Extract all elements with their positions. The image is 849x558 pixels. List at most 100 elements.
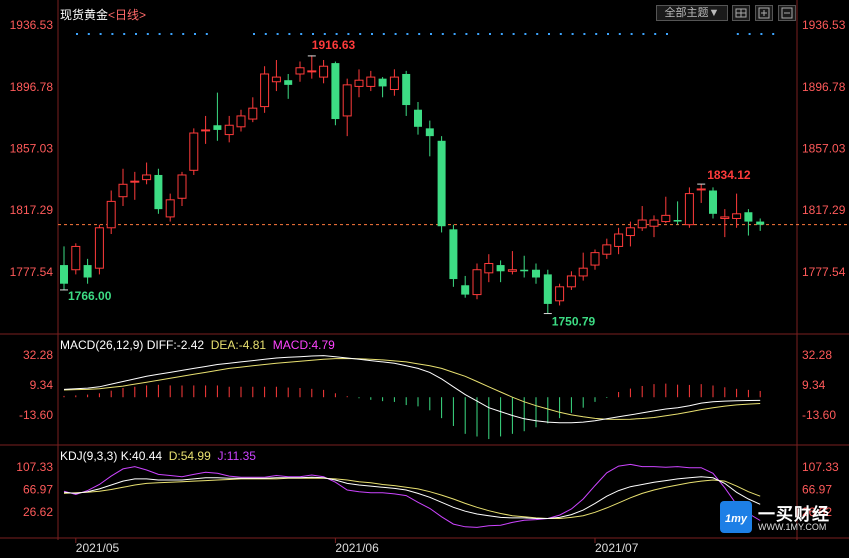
candle-body: [118, 183, 128, 198]
candle-body: [756, 221, 765, 225]
marker-dot: [607, 33, 609, 35]
marker-dot: [205, 33, 208, 35]
x-tick-label: 2021/06: [335, 541, 379, 555]
y-tick-label-left: 1936.53: [10, 18, 54, 32]
marker-dot: [642, 33, 645, 35]
zoom-in-icon[interactable]: [755, 5, 773, 21]
kdj-legend: KDJ(9,3,3) K:40.44 D:54.99 J:11.35: [60, 449, 256, 463]
candle-body: [177, 174, 187, 199]
marker-dot: [170, 33, 173, 35]
y-tick-label-right: 32.28: [802, 348, 832, 362]
candle-body: [520, 269, 529, 272]
marker-dot: [548, 33, 550, 35]
grid-icon[interactable]: [732, 5, 750, 21]
marker-dot: [559, 33, 562, 35]
candle-body: [555, 286, 565, 302]
candle-body: [342, 84, 352, 117]
marker-dot: [512, 33, 515, 35]
marker-dot: [323, 33, 326, 35]
marker-dot: [194, 33, 196, 35]
kdj-k-line: [63, 476, 761, 519]
brand-logo: 1my 一买财经 WWW.1MY.COM: [718, 499, 846, 537]
marker-dot: [571, 33, 574, 35]
y-tick-label-right: 1817.29: [802, 203, 846, 217]
theme-dropdown[interactable]: 全部主题▼: [656, 5, 728, 21]
marker-dot: [335, 33, 338, 35]
marker-dot: [418, 33, 421, 35]
candle-body: [696, 188, 706, 191]
candle-body: [60, 265, 68, 284]
candle-body: [366, 76, 376, 87]
y-tick-label-left: 1817.29: [10, 203, 54, 217]
kdj-j-value: J:11.35: [217, 449, 256, 463]
x-tick-label: 2021/05: [76, 541, 120, 555]
low-price-label: 1766.00: [68, 289, 112, 303]
candle-body: [578, 267, 588, 277]
marker-dot: [748, 33, 751, 35]
candle-body: [744, 212, 753, 222]
marker-dot: [87, 33, 90, 35]
kdj-j-line: [63, 463, 761, 528]
y-tick-label-left: 1896.78: [10, 80, 54, 94]
zoom-out-icon[interactable]: [778, 5, 796, 21]
y-tick-label-right: 1936.53: [802, 18, 846, 32]
marker-dot: [111, 33, 114, 35]
marker-dot: [654, 33, 657, 35]
y-tick-label-left: 66.97: [23, 483, 53, 497]
candle-body: [142, 174, 152, 181]
candle-body: [425, 128, 434, 137]
candle-body: [130, 180, 140, 183]
candle-body: [94, 227, 104, 269]
marker-dot: [276, 33, 279, 35]
candle-body: [625, 227, 635, 237]
period-label[interactable]: <日线>: [108, 8, 146, 22]
kdj-d-value: D:54.99: [168, 449, 211, 463]
y-tick-label-right: 1857.03: [802, 142, 846, 156]
kdj-k-value: K:40.44: [120, 449, 163, 463]
y-tick-label-left: 26.62: [23, 505, 53, 519]
candle-body: [154, 174, 163, 210]
marker-dot: [406, 33, 409, 35]
high-price-label: 1834.12: [707, 168, 751, 182]
candle-body: [684, 193, 694, 226]
marker-dot: [489, 33, 491, 35]
macd-title: MACD(26,12,9): [60, 338, 144, 352]
marker-dot: [583, 33, 586, 35]
candle-body: [284, 80, 293, 85]
kdj-panel: [63, 463, 761, 528]
instrument-name: 现货黄金: [60, 8, 109, 22]
candle-body: [661, 214, 671, 223]
candle-body: [614, 233, 624, 247]
candle-body: [449, 229, 458, 280]
marker-dot: [264, 33, 267, 35]
y-tick-label-right: 9.34: [802, 378, 826, 392]
brand-site: WWW.1MY.COM: [758, 522, 827, 532]
y-tick-label-left: 1777.54: [10, 265, 54, 279]
macd-panel: [63, 355, 761, 440]
candle-body: [590, 252, 600, 266]
candle-body: [354, 79, 364, 87]
x-tick-label: 2021/07: [595, 541, 639, 555]
marker-dot: [347, 33, 350, 35]
marker-dot: [253, 33, 255, 35]
candle-body: [71, 245, 81, 271]
marker-dot: [288, 33, 291, 35]
marker-dot: [312, 33, 314, 35]
marker-dot: [382, 33, 385, 35]
marker-dot: [300, 33, 303, 35]
chart-canvas[interactable]: 1916.631766.001750.791834.12 1936.53 1936…: [0, 0, 849, 558]
candle-body: [543, 274, 552, 304]
axis-labels: 1936.53 1936.53 1896.78 1896.78 1857.03 1857.…: [10, 18, 846, 555]
candle-body: [496, 265, 505, 272]
candle-body: [414, 109, 422, 127]
theme-dropdown-label: 全部主题▼: [664, 7, 720, 19]
high-price-label: 1916.63: [312, 38, 356, 52]
candle-body: [378, 78, 387, 87]
candle-body: [260, 73, 270, 108]
chart-title: 现货黄金<日线>: [60, 6, 146, 23]
marker-dot: [359, 33, 362, 35]
marker-dot: [430, 33, 432, 35]
candle-body: [165, 199, 175, 218]
candle-body: [437, 140, 446, 227]
candle-body: [271, 76, 281, 83]
